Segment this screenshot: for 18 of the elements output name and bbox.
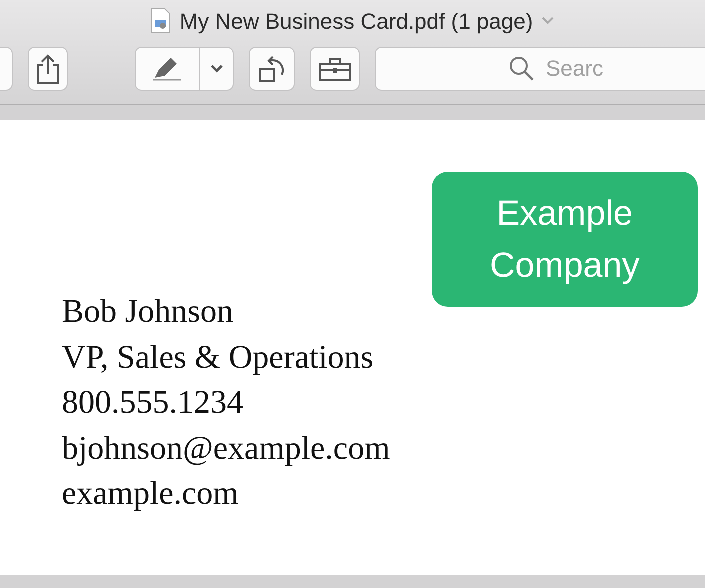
share-button[interactable] (28, 47, 68, 91)
caret-icon (210, 64, 224, 74)
company-logo: Example Company (432, 172, 698, 307)
markup-button[interactable] (135, 47, 200, 91)
toolbox-button[interactable] (310, 47, 360, 91)
card-text-line: 800.555.1234 (62, 384, 244, 423)
toolbox-icon (317, 56, 353, 82)
card-text-line: bjohnson@example.com (62, 430, 390, 468)
search-icon (509, 56, 535, 82)
card-text-line: VP, Sales & Operations (62, 338, 374, 378)
share-icon (35, 53, 61, 85)
card-text-line: example.com (62, 475, 239, 514)
card-text-line: Bob Johnson (62, 293, 234, 332)
rotate-button[interactable] (249, 47, 295, 91)
markup-menu-button[interactable] (200, 47, 234, 91)
search-field[interactable]: Searc (375, 47, 705, 91)
window-title: My New Business Card.pdf (1 page) (180, 8, 534, 36)
pdf-document-icon (150, 8, 172, 34)
